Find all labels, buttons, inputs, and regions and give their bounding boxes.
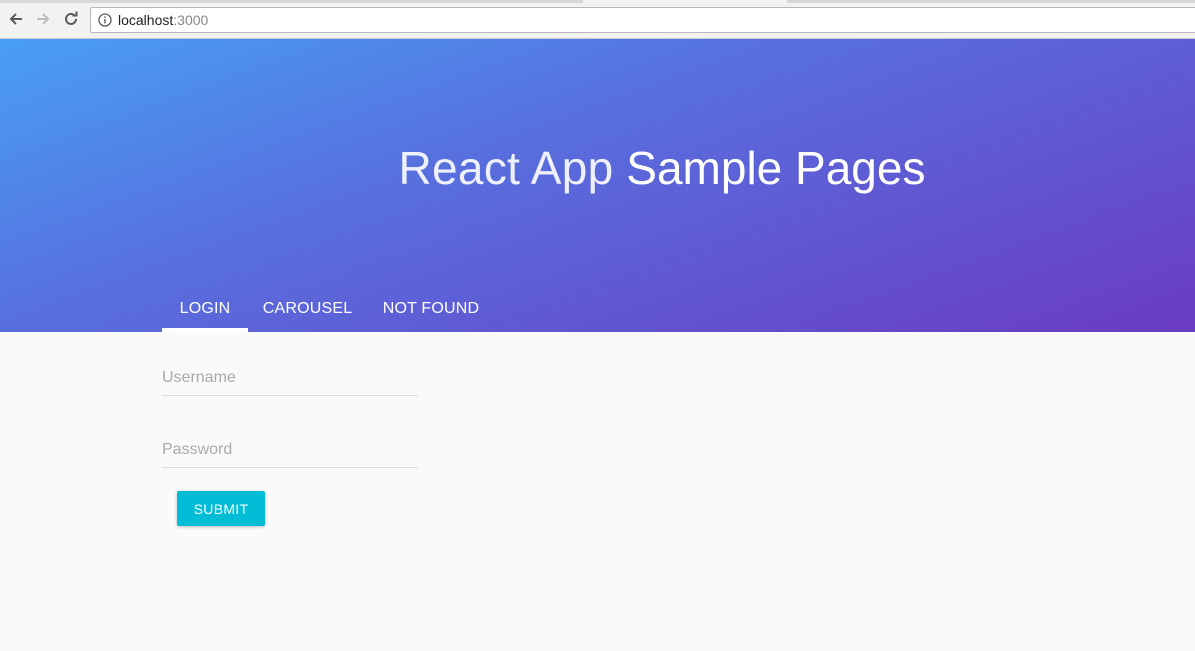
back-arrow-icon: [9, 13, 22, 25]
forward-arrow-icon: [37, 13, 50, 25]
password-field: [162, 432, 418, 468]
page-title: React App Sample Pages: [0, 141, 1195, 195]
submit-button[interactable]: SUBMIT: [177, 491, 265, 526]
tab-carousel[interactable]: CAROUSEL: [248, 285, 367, 332]
tab-label: LOGIN: [179, 299, 231, 317]
back-button[interactable]: [5, 8, 27, 30]
title-strong: Sample Pages: [626, 142, 926, 194]
tab-strip-edge: [0, 0, 1195, 3]
url-host: localhost: [118, 12, 174, 28]
browser-toolbar: localhost:3000: [0, 0, 1195, 39]
username-input[interactable]: [162, 360, 418, 395]
info-icon[interactable]: [98, 13, 112, 27]
username-field: [162, 360, 418, 396]
tab-not-found[interactable]: NOT FOUND: [367, 285, 495, 332]
app-header: React App Sample Pages LOGIN CAROUSEL NO…: [0, 39, 1195, 332]
forward-button[interactable]: [32, 8, 54, 30]
nav-tabs: LOGIN CAROUSEL NOT FOUND: [162, 285, 495, 332]
reload-icon: [65, 11, 78, 25]
url-port: :3000: [173, 12, 209, 28]
active-tab-indicator: [162, 328, 248, 332]
password-input[interactable]: [162, 432, 418, 467]
tab-label: NOT FOUND: [382, 299, 480, 317]
tab-login[interactable]: LOGIN: [162, 285, 248, 332]
reload-button[interactable]: [60, 8, 82, 30]
title-light: React App: [398, 142, 614, 194]
tab-label: CAROUSEL: [262, 299, 353, 317]
address-bar[interactable]: localhost:3000: [90, 7, 1195, 33]
